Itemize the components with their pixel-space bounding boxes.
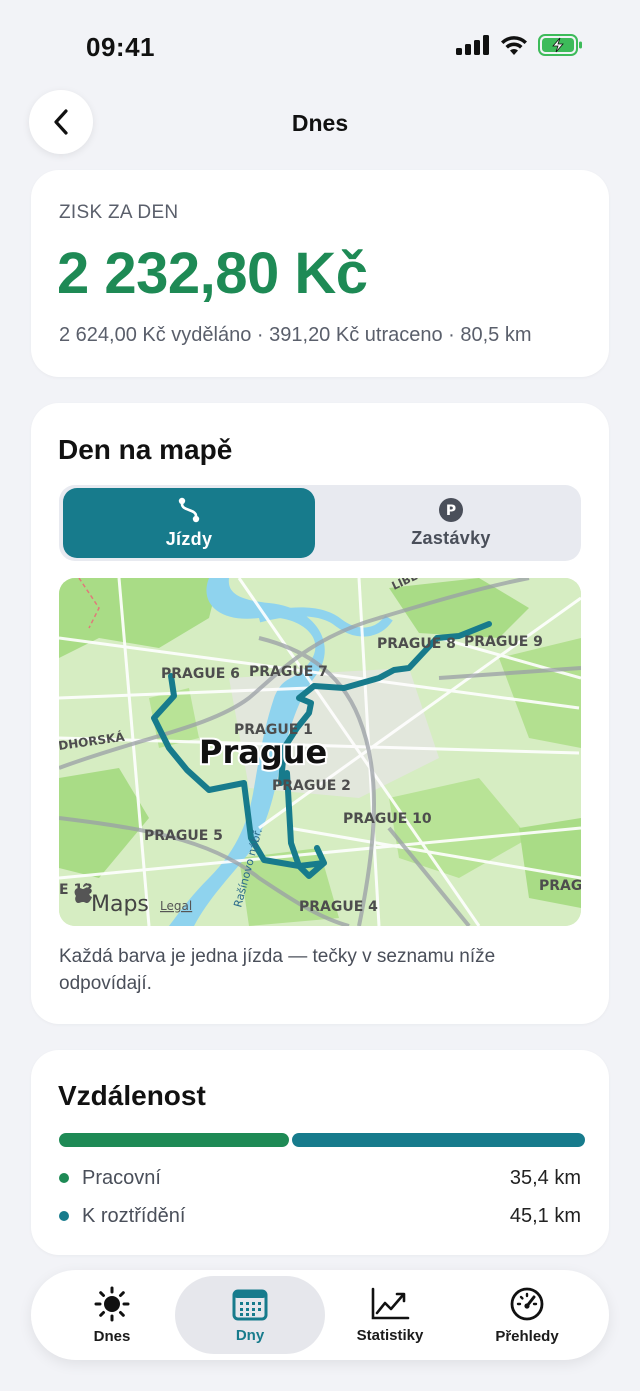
legend-dot-unsorted: [59, 1211, 69, 1221]
distance-label-work: Pracovní: [82, 1166, 161, 1189]
map-mode-segmented-control: Jízdy P Zastávky: [59, 485, 581, 561]
gauge-icon: [510, 1287, 544, 1320]
tab-dny[interactable]: Dny: [175, 1276, 325, 1354]
profit-value: 2 232,80 Kč: [57, 241, 368, 306]
city-label: Prague: [199, 733, 327, 771]
wifi-icon: [501, 36, 527, 55]
segment-rides[interactable]: Jízdy: [63, 488, 315, 558]
daily-profit-card: ZISK ZA DEN 2 232,80 Kč 2 624,00 Kč vydě…: [31, 170, 609, 377]
tab-dny-label: Dny: [235, 1326, 265, 1344]
segment-rides-label: Jízdy: [165, 528, 213, 549]
district-label-7: PRAGUE 7: [249, 664, 328, 680]
page-title: Dnes: [291, 110, 349, 136]
distance-row-work: Pracovní 35,4 km: [59, 1164, 581, 1192]
district-label-edge: PRAGU: [539, 878, 581, 894]
chart-icon: [371, 1287, 410, 1319]
status-bar: 09:41: [0, 0, 640, 90]
segment-stops[interactable]: P Zastávky: [325, 488, 577, 558]
map-canvas: PRAGUE 6 PRAGUE 7 PRAGUE 8 PRAGUE 9 PRAG…: [59, 578, 581, 926]
distance-value-work: 35,4 km: [509, 1166, 581, 1189]
svg-text:P: P: [446, 503, 456, 519]
legend-dot-work: [59, 1173, 69, 1183]
tab-bar: Dnes Dny Statistiky Přehledy: [31, 1270, 609, 1360]
calendar-icon: [232, 1289, 268, 1320]
district-label-5: PRAGUE 5: [144, 828, 223, 844]
distance-bar-unsorted: [291, 1133, 585, 1147]
district-label-10: PRAGUE 10: [343, 811, 432, 827]
district-label-4: PRAGUE 4: [299, 899, 378, 915]
district-label-8: PRAGUE 8: [377, 636, 456, 652]
nav-header: Dnes: [0, 90, 640, 156]
tab-statistiky[interactable]: Statistiky: [315, 1276, 465, 1354]
maps-brand-label: Maps: [91, 892, 149, 917]
rides-map[interactable]: PRAGUE 6 PRAGUE 7 PRAGUE 8 PRAGUE 9 PRAG…: [59, 578, 581, 926]
status-time: 09:41: [86, 32, 155, 62]
legal-link: Legal: [160, 899, 192, 913]
map-caption: Každá barva je jedna jízda — tečky v sez…: [59, 946, 496, 994]
tab-statistiky-label: Statistiky: [356, 1326, 424, 1344]
route-icon: [178, 497, 200, 522]
tab-dnes-label: Dnes: [93, 1327, 131, 1345]
day-map-card: Den na mapě Jízdy P Zastávky PRAGUE 6 PR…: [31, 403, 609, 1024]
distance-card: Vzdálenost Pracovní 35,4 km K roztřídění…: [31, 1050, 609, 1255]
sun-icon: [94, 1286, 130, 1321]
distance-row-unsorted: K roztřídění 45,1 km: [59, 1202, 581, 1230]
profit-summary: 2 624,00 Kč vyděláno · 391,20 Kč utracen…: [59, 324, 532, 346]
map-card-title: Den na mapě: [58, 434, 233, 465]
status-icons: [456, 34, 584, 56]
segment-stops-label: Zastávky: [411, 527, 491, 548]
distance-value-unsorted: 45,1 km: [509, 1204, 581, 1227]
distance-title: Vzdálenost: [58, 1080, 206, 1111]
cellular-signal-icon: [456, 35, 489, 55]
tab-prehledy-label: Přehledy: [495, 1327, 559, 1345]
distance-bar: [59, 1133, 585, 1147]
district-label-2: PRAGUE 2: [272, 778, 351, 794]
tab-dnes[interactable]: Dnes: [37, 1276, 187, 1354]
distance-label-unsorted: K roztřídění: [82, 1204, 186, 1227]
distance-bar-work: [59, 1133, 289, 1147]
parking-icon: P: [439, 497, 463, 522]
battery-charging-icon: [538, 34, 582, 56]
district-label-6: PRAGUE 6: [161, 666, 240, 682]
tab-prehledy[interactable]: Přehledy: [452, 1276, 602, 1354]
district-label-9: PRAGUE 9: [464, 634, 543, 650]
profit-label: ZISK ZA DEN: [59, 202, 179, 223]
